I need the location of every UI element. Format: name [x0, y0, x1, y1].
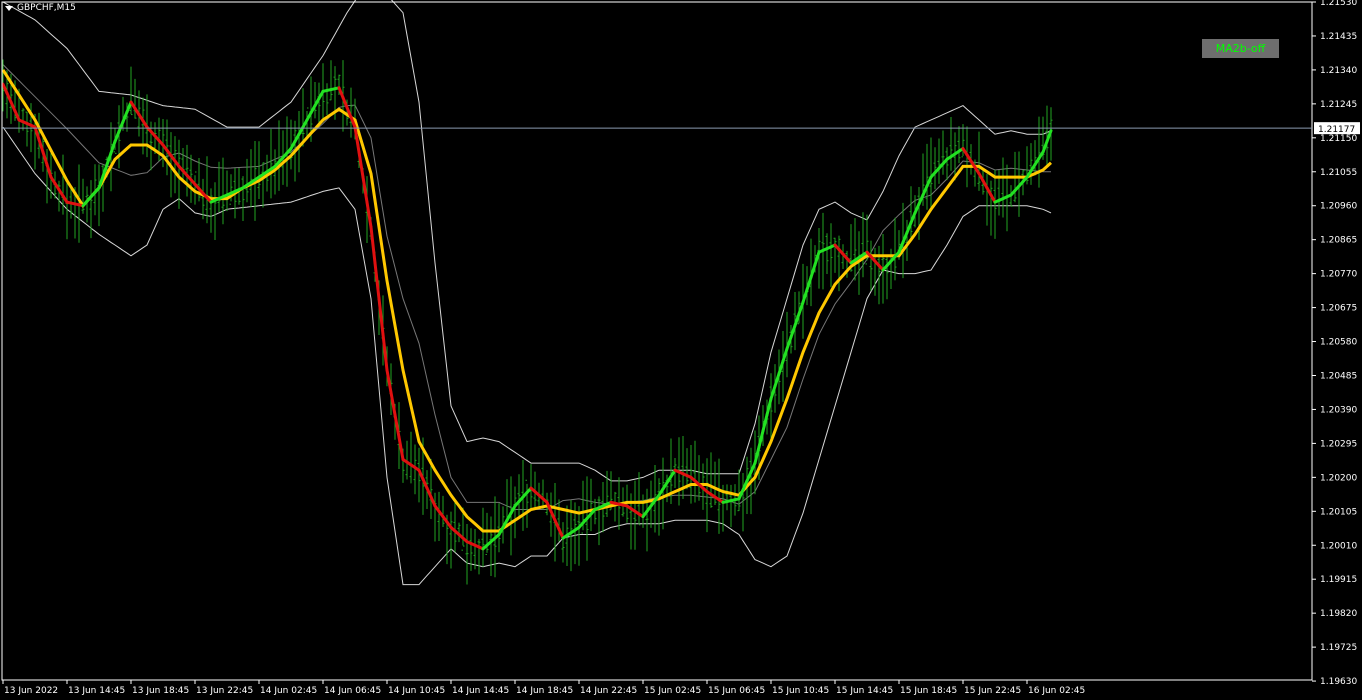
fast-ma-segment — [97, 174, 105, 190]
fast-ma-segment — [765, 397, 773, 417]
fast-ma-segment — [113, 130, 121, 143]
y-tick-label: 1.19725 — [1320, 643, 1357, 653]
slow-ma-line — [1, 69, 1053, 533]
x-tick-label: 14 Jun 14:45 — [452, 686, 509, 696]
y-tick-label: 1.19915 — [1320, 575, 1357, 585]
x-tick-label: 16 Jun 02:45 — [1028, 686, 1085, 696]
fast-ma-segment — [361, 175, 369, 204]
x-tick-label: 14 Jun 18:45 — [516, 686, 573, 696]
y-tick-label: 1.20295 — [1320, 439, 1357, 449]
fast-ma-segment — [45, 163, 53, 179]
middle-band-line — [2, 64, 1051, 510]
fast-ma-segment — [753, 445, 761, 465]
dropdown-triangle-icon[interactable] — [5, 5, 13, 11]
y-tick-label: 1.20485 — [1320, 371, 1357, 381]
y-tick-label: 1.19630 — [1320, 677, 1357, 687]
fast-ma-segment — [809, 263, 817, 279]
fast-ma-segment — [389, 390, 397, 417]
fast-ma-segment — [385, 368, 393, 394]
symbol-label: GBPCHF,M15 — [17, 3, 76, 13]
fast-ma-segment — [377, 297, 385, 336]
ma2b-toggle-button[interactable]: MA2b-off — [1202, 39, 1279, 58]
y-tick-label: 1.20010 — [1320, 541, 1357, 551]
fast-ma-segment — [37, 138, 45, 154]
fast-ma-segment — [905, 221, 913, 235]
y-tick-label: 1.20200 — [1320, 473, 1357, 483]
fast-ma-segment — [789, 323, 797, 339]
x-tick-label: 14 Jun 02:45 — [260, 686, 317, 696]
fast-ma-segment — [781, 347, 789, 363]
x-tick-label: 15 Jun 10:45 — [772, 686, 829, 696]
fast-ma-segment — [365, 200, 373, 229]
y-tick-label: 1.20390 — [1320, 405, 1357, 415]
fast-ma-segment — [357, 150, 365, 179]
x-tick-label: 13 Jun 14:45 — [68, 686, 125, 696]
fast-ma-segment — [797, 300, 805, 316]
fast-ma-segment — [337, 86, 345, 100]
plot-frame — [1, 1, 1313, 681]
upper-band-line — [2, 0, 1052, 482]
x-tick-label: 13 Jun 18:45 — [132, 686, 189, 696]
chart-window: 1.21530 1.21435 1.21340 1.21245 1.21150 1.210… — [0, 0, 1362, 700]
y-tick-label: 1.19820 — [1320, 609, 1357, 619]
fast-ma-segment — [41, 150, 49, 167]
fast-ma-segment — [909, 211, 917, 225]
fast-ma-segment — [769, 384, 777, 401]
y-tick-label: 1.21435 — [1320, 32, 1357, 42]
fast-ma-segment — [1041, 139, 1049, 154]
x-tick-label: 15 Jun 18:45 — [900, 686, 957, 696]
x-tick-label: 13 Jun 2022 — [4, 686, 58, 696]
fast-ma-segment — [813, 250, 821, 267]
y-tick-label: 1.21340 — [1320, 66, 1357, 76]
y-tick-label: 1.20580 — [1320, 338, 1357, 348]
y-tick-label: 1.21150 — [1320, 134, 1357, 144]
fast-ma-segment — [109, 139, 117, 155]
y-tick-label: 1.20865 — [1320, 236, 1357, 246]
x-tick-label: 15 Jun 06:45 — [708, 686, 765, 696]
x-tick-label: 15 Jun 02:45 — [644, 686, 701, 696]
axes: 1.21530 1.21435 1.21340 1.21245 1.21150 1.210… — [1, 0, 1360, 696]
fast-ma-segment — [773, 372, 781, 388]
x-tick-label: 14 Jun 06:45 — [324, 686, 381, 696]
current-price-label: 1.21177 — [1318, 125, 1355, 135]
fast-ma-segment — [381, 332, 389, 372]
y-tick-label: 1.20960 — [1320, 202, 1357, 212]
x-tick-label: 15 Jun 14:45 — [836, 686, 893, 696]
x-tick-label: 14 Jun 22:45 — [580, 686, 637, 696]
fast-ma-segment — [121, 110, 129, 124]
x-tick-label: 13 Jun 22:45 — [196, 686, 253, 696]
y-tick-label: 1.21245 — [1320, 100, 1357, 110]
fast-ma-segment — [369, 225, 377, 265]
fast-ma-segment — [805, 275, 813, 292]
y-tick-label: 1.21055 — [1320, 168, 1357, 178]
moving-averages — [1, 69, 1053, 551]
fast-ma-segment — [785, 335, 793, 351]
fast-ma-segment — [373, 261, 381, 301]
fast-ma-segment — [105, 151, 113, 167]
fast-ma-segment — [761, 413, 769, 433]
y-tick-label: 1.21530 — [1320, 0, 1357, 8]
fast-ma-segment — [397, 435, 405, 461]
symbol-title[interactable]: GBPCHF,M15 — [5, 3, 76, 13]
price-chart[interactable]: 1.21530 1.21435 1.21340 1.21245 1.21150 1.210… — [0, 0, 1362, 700]
fast-ma-segment — [757, 429, 765, 449]
x-tick-label: 15 Jun 22:45 — [964, 686, 1021, 696]
y-tick-label: 1.20105 — [1320, 507, 1357, 517]
candlesticks — [1, 59, 1053, 585]
fast-ma-segment — [901, 231, 909, 244]
x-tick-label: 14 Jun 10:45 — [388, 686, 445, 696]
fast-ma-segment — [393, 413, 401, 439]
y-tick-label: 1.20770 — [1320, 270, 1357, 280]
y-tick-label: 1.20675 — [1320, 304, 1357, 314]
fast-ma-segment — [117, 120, 125, 134]
fast-ma-segment — [801, 288, 809, 304]
